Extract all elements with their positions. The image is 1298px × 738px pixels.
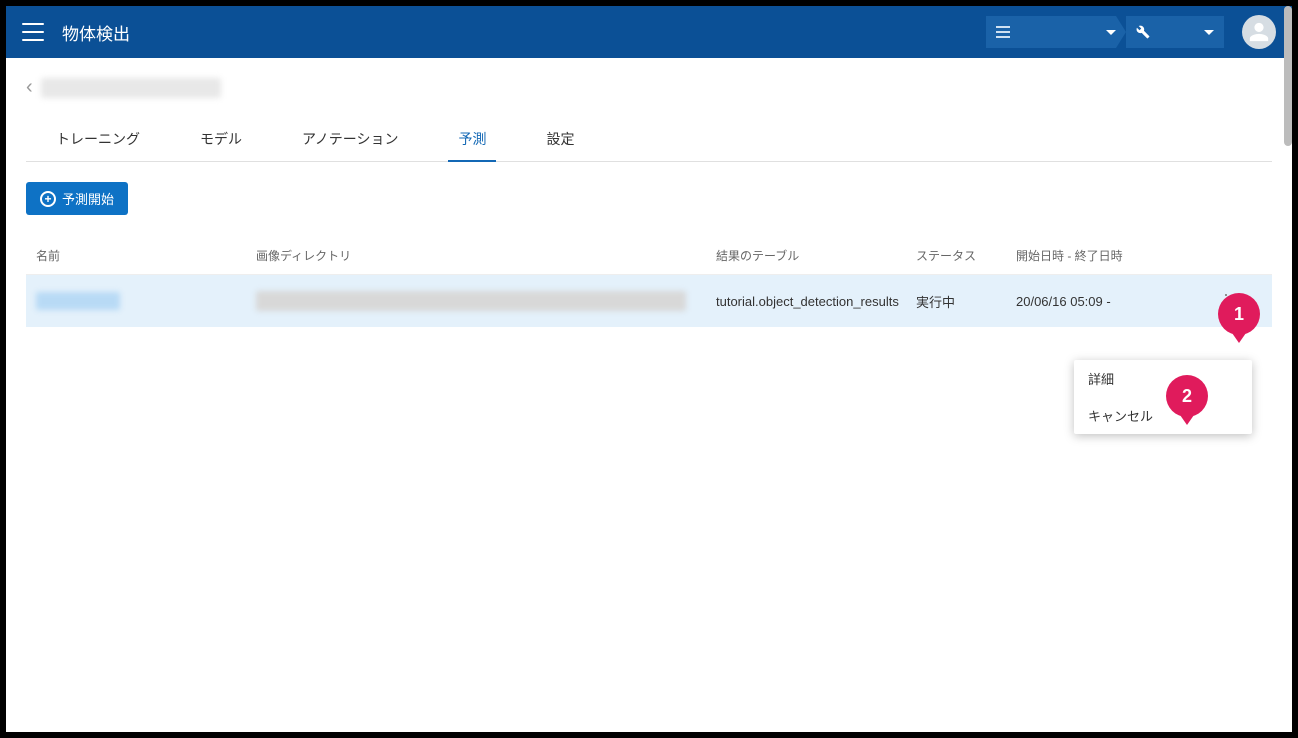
row-status: 実行中 bbox=[916, 292, 1016, 311]
app-header: 物体検出 bbox=[6, 6, 1292, 58]
tab-model[interactable]: モデル bbox=[170, 119, 272, 161]
list-icon bbox=[996, 26, 1010, 38]
col-name: 名前 bbox=[36, 247, 256, 264]
tool-dropdown[interactable] bbox=[1126, 16, 1224, 48]
breadcrumb-title-blur bbox=[41, 78, 221, 98]
avatar[interactable] bbox=[1242, 15, 1276, 49]
dropdown-value-blur bbox=[1018, 30, 1100, 34]
col-result-table: 結果のテーブル bbox=[716, 247, 916, 264]
tab-annotation[interactable]: アノテーション bbox=[272, 119, 428, 161]
start-prediction-button[interactable]: + 予測開始 bbox=[26, 182, 128, 215]
col-image-dir: 画像ディレクトリ bbox=[256, 247, 716, 264]
table-header: 名前 画像ディレクトリ 結果のテーブル ステータス 開始日時 - 終了日時 bbox=[26, 237, 1272, 275]
col-datetime: 開始日時 - 終了日時 bbox=[1016, 247, 1206, 264]
breadcrumb: ‹ bbox=[26, 76, 1272, 99]
start-prediction-label: 予測開始 bbox=[62, 189, 114, 208]
table-row[interactable]: tutorial.object_detection_results 実行中 20… bbox=[26, 275, 1272, 327]
menu-icon[interactable] bbox=[22, 23, 44, 41]
menu-item-cancel[interactable]: キャンセル bbox=[1074, 397, 1252, 434]
dropdown-value-blur bbox=[1158, 30, 1198, 34]
chevron-down-icon bbox=[1204, 30, 1214, 35]
menu-item-detail[interactable]: 詳細 bbox=[1074, 360, 1252, 397]
plus-circle-icon: + bbox=[40, 191, 56, 207]
row-datetime: 20/06/16 05:09 - bbox=[1016, 294, 1206, 309]
callout-1: 1 bbox=[1218, 293, 1260, 335]
predictions-table: 名前 画像ディレクトリ 結果のテーブル ステータス 開始日時 - 終了日時 tu… bbox=[26, 237, 1272, 327]
tab-settings[interactable]: 設定 bbox=[516, 119, 604, 161]
row-result-table: tutorial.object_detection_results bbox=[716, 294, 916, 309]
wrench-icon bbox=[1136, 25, 1150, 39]
project-dropdown[interactable] bbox=[986, 16, 1126, 48]
back-icon[interactable]: ‹ bbox=[26, 76, 33, 99]
tab-bar: トレーニング モデル アノテーション 予測 設定 bbox=[26, 119, 1272, 162]
tab-training[interactable]: トレーニング bbox=[26, 119, 170, 161]
app-title: 物体検出 bbox=[62, 20, 130, 45]
row-name-blur bbox=[36, 292, 120, 310]
callout-2: 2 bbox=[1166, 375, 1208, 417]
row-imagedir-blur bbox=[256, 291, 686, 311]
col-status: ステータス bbox=[916, 247, 1016, 264]
tab-prediction[interactable]: 予測 bbox=[428, 119, 516, 161]
row-context-menu: 詳細 キャンセル bbox=[1074, 360, 1252, 434]
chevron-down-icon bbox=[1106, 30, 1116, 35]
